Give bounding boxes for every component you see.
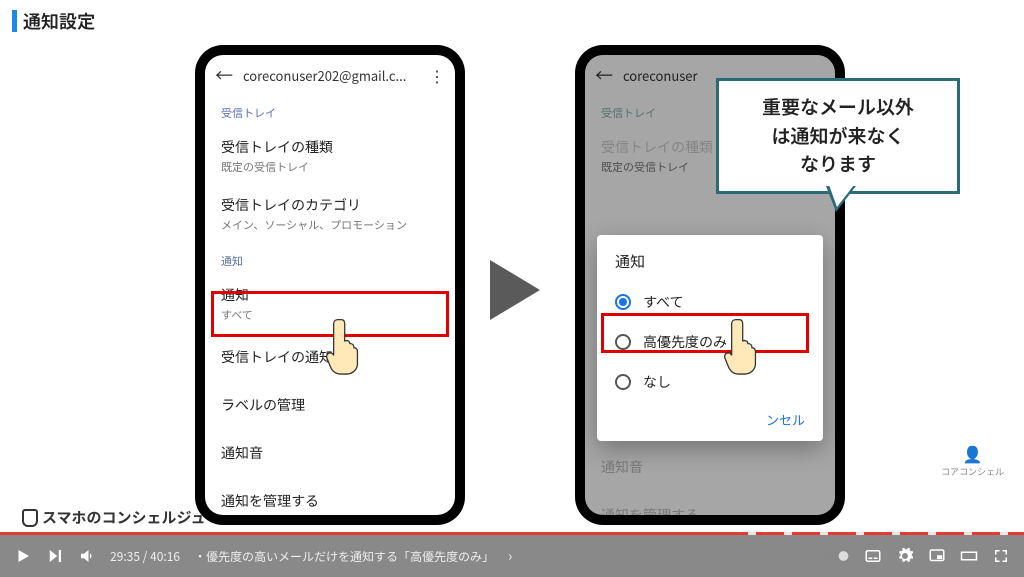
subtitles-button[interactable]: [864, 547, 882, 565]
back-arrow-icon[interactable]: ←: [215, 62, 233, 88]
highlight-box: [601, 313, 809, 353]
callout-line: なります: [729, 150, 947, 179]
callout-line: 重要なメール以外: [729, 93, 947, 122]
play-button[interactable]: [14, 547, 32, 565]
section-inbox-label: 受信トレイ: [205, 95, 455, 127]
fullscreen-button[interactable]: [992, 547, 1010, 565]
radio-label: なし: [643, 372, 671, 392]
notification-dialog: 通知 すべて 高優先度のみ なし ンセル: [597, 235, 823, 441]
autoplay-toggle[interactable]: [824, 547, 850, 565]
video-stage: 通知設定 ← coreconuser202@gmail.c... ⋮ 受信トレイ…: [0, 0, 1024, 540]
brand-text: スマホのコンシェルジュ: [42, 507, 206, 528]
chevron-right-icon[interactable]: ›: [508, 546, 512, 566]
setting-inbox-category[interactable]: 受信トレイのカテゴリ メイン、ソーシャル、プロモーション: [205, 185, 455, 243]
callout-tail-icon: [826, 186, 856, 212]
theater-mode-button[interactable]: [960, 547, 978, 565]
section-notif-label: 通知: [205, 243, 455, 275]
setting-manage-notif[interactable]: 通知を管理する: [205, 477, 455, 515]
pointing-hand-icon: [326, 316, 360, 376]
dialog-cancel-button[interactable]: ンセル: [605, 402, 815, 433]
row-subtitle: メイン、ソーシャル、プロモーション: [221, 217, 439, 233]
back-arrow-icon[interactable]: ←: [595, 62, 613, 88]
footer-brand: スマホのコンシェルジュ: [22, 507, 206, 528]
setting-inbox-type[interactable]: 受信トレイの種類 既定の受信トレイ: [205, 127, 455, 185]
explanation-callout: 重要なメール以外 は通知が来なく なります: [716, 78, 960, 194]
radio-label: すべて: [643, 292, 683, 312]
setting-sound[interactable]: 通知音: [585, 443, 835, 491]
app-header: ← coreconuser202@gmail.c... ⋮: [205, 55, 455, 95]
setting-sound[interactable]: 通知音: [205, 429, 455, 477]
video-controls: 29:35 / 40:16 ・優先度の高いメールだけを通知する「高優先度のみ」 …: [0, 535, 1024, 577]
brand-logo-right: 👤 コアコンシェル: [941, 441, 1004, 478]
miniplayer-button[interactable]: [928, 547, 946, 565]
settings-button[interactable]: [896, 547, 914, 565]
slide-title: 通知設定: [12, 8, 95, 34]
phone-mockup-left: ← coreconuser202@gmail.c... ⋮ 受信トレイ 受信トレ…: [195, 45, 465, 525]
setting-manage-notif[interactable]: 通知を管理する: [585, 491, 835, 515]
radio-option-none[interactable]: なし: [605, 362, 815, 402]
more-menu-icon[interactable]: ⋮: [429, 63, 445, 87]
callout-line: は通知が来なく: [729, 122, 947, 151]
time-display: 29:35 / 40:16: [110, 548, 180, 565]
pointing-hand-icon: [724, 316, 758, 376]
next-button[interactable]: [46, 547, 64, 565]
brand-label: コアコンシェル: [941, 465, 1004, 478]
radio-icon: [615, 374, 631, 390]
chapter-title[interactable]: ・優先度の高いメールだけを通知する「高優先度のみ」: [194, 548, 494, 565]
row-title: 受信トレイの種類: [221, 137, 439, 157]
row-subtitle: 既定の受信トレイ: [221, 159, 439, 175]
radio-icon: [615, 294, 631, 310]
volume-button[interactable]: [78, 547, 96, 565]
setting-label-mgmt[interactable]: ラベルの管理: [205, 381, 455, 429]
account-email: coreconuser202@gmail.c...: [243, 66, 419, 85]
phone-screen-left: ← coreconuser202@gmail.c... ⋮ 受信トレイ 受信トレ…: [205, 55, 455, 515]
concierge-icon: 👤: [941, 441, 1004, 465]
title-text: 通知設定: [23, 8, 95, 34]
shield-icon: [22, 509, 38, 527]
dialog-title: 通知: [605, 251, 815, 282]
title-accent-bar: [12, 10, 17, 32]
row-title: 受信トレイのカテゴリ: [221, 195, 439, 215]
arrow-right-icon: [490, 260, 540, 320]
